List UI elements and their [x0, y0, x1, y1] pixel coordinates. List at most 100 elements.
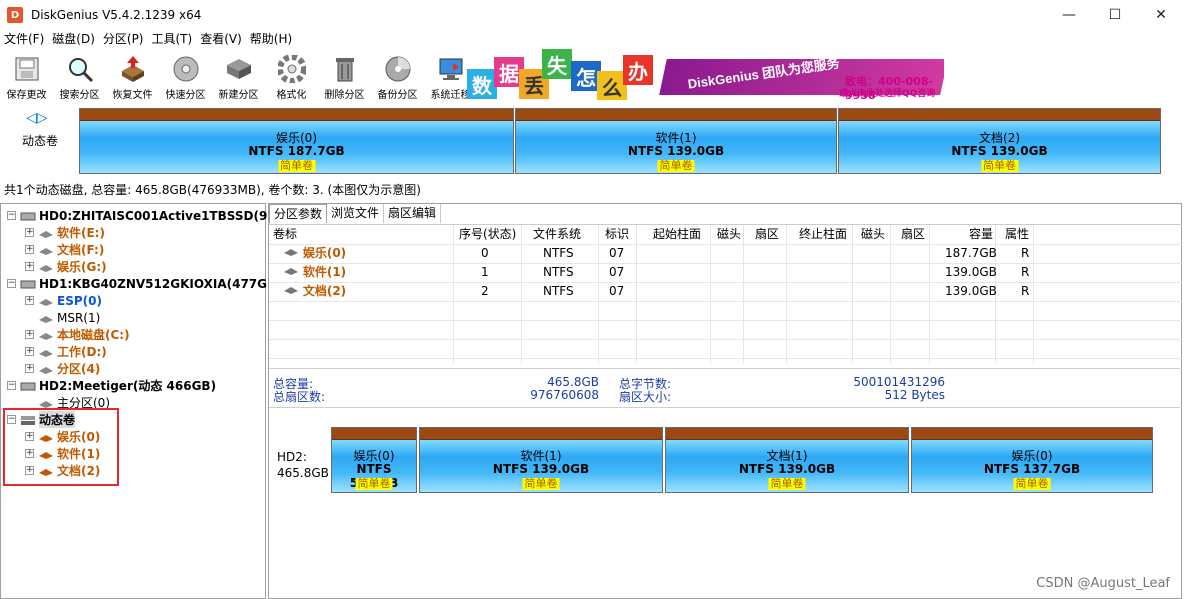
ad-banner[interactable]: 数 据 丢 失 怎 么 办 DiskGenius 团队为您服务 致电：400-0… [467, 49, 944, 100]
collapse-icon[interactable]: − [7, 279, 16, 288]
col-header-label[interactable]: 卷标 [273, 225, 297, 244]
recover-files-button[interactable]: 恢复文件 [106, 50, 159, 102]
menu-partition[interactable]: 分区(P) [99, 30, 148, 48]
partition-icon [39, 247, 53, 255]
minimize-button[interactable]: — [1046, 0, 1092, 30]
table-row[interactable]: 文档(2) [283, 282, 346, 301]
expand-icon[interactable]: + [25, 364, 34, 373]
hd2-partition-tag: 简单卷 [522, 477, 560, 490]
app-logo-icon: D [7, 7, 23, 23]
annotation-highlight-box [3, 408, 119, 486]
menu-tools[interactable]: 工具(T) [148, 30, 197, 48]
hd2-partition-1[interactable]: 软件(1) NTFS 139.0GB 简单卷 [419, 427, 663, 493]
volume-icon [284, 268, 298, 275]
close-button[interactable]: ✕ [1138, 0, 1184, 30]
table-row[interactable]: 软件(1) [283, 263, 346, 282]
col-header-end-cyl[interactable]: 终止柱面 [799, 225, 847, 244]
tree-partition-esp[interactable]: + ESP(0) [25, 292, 102, 309]
tree-partition-d[interactable]: + 工作(D:) [25, 343, 107, 360]
diskmap-partition-tag: 简单卷 [657, 159, 695, 172]
hd2-map-size: 465.8GB [277, 466, 329, 480]
hd2-partition-3[interactable]: 娱乐(0) NTFS 137.7GB 简单卷 [911, 427, 1153, 493]
col-header-sector[interactable]: 扇区 [755, 225, 779, 244]
expand-icon[interactable]: + [25, 296, 34, 305]
col-header-id[interactable]: 标识 [605, 225, 629, 244]
new-partition-button[interactable]: 新建分区 [212, 50, 265, 102]
save-changes-label: 保存更改 [6, 90, 47, 101]
tab-sector-edit[interactable]: 扇区编辑 [384, 204, 442, 223]
backup-partition-button[interactable]: 备份分区 [371, 50, 424, 102]
tab-partition-params[interactable]: 分区参数 [269, 204, 328, 223]
diskmap-partition-2[interactable]: 文档(2) NTFS 139.0GB 简单卷 [838, 108, 1161, 174]
col-header-head[interactable]: 磁头 [717, 225, 741, 244]
tree-partition-4[interactable]: + 分区(4) [25, 360, 100, 377]
diskmap-partition-1[interactable]: 软件(1) NTFS 139.0GB 简单卷 [515, 108, 837, 174]
col-header-attr[interactable]: 属性 [1005, 225, 1029, 244]
info-total-capacity: 465.8GB [547, 375, 599, 389]
tree-partition-msr[interactable]: MSR(1) [38, 309, 100, 326]
prev-disk-icon[interactable]: ◁ [26, 110, 37, 126]
tree-partition-g[interactable]: + 娱乐(G:) [25, 258, 107, 275]
delete-partition-button[interactable]: 删除分区 [318, 50, 371, 102]
col-header-end-head[interactable]: 磁头 [861, 225, 885, 244]
detail-tabs: 分区参数 浏览文件 扇区编辑 [269, 204, 442, 223]
hd2-partition-fs: NTFS 137.7GB [983, 462, 1081, 476]
tree-partition-f[interactable]: + 文档(F:) [25, 241, 104, 258]
col-header-end-sector[interactable]: 扇区 [901, 225, 925, 244]
hard-disk-icon [20, 212, 36, 220]
col-header-capacity[interactable]: 容量 [969, 225, 993, 244]
tab-browse-files[interactable]: 浏览文件 [327, 204, 385, 223]
cell-fs: NTFS [543, 284, 574, 298]
window-title: DiskGenius V5.4.2.1239 x64 [31, 8, 202, 22]
format-button[interactable]: 格式化 [265, 50, 318, 102]
col-header-start-cyl[interactable]: 起始柱面 [653, 225, 701, 244]
tree-disk-hd0[interactable]: − HD0:ZHITAISC001Active1TBSSD(954G [7, 207, 294, 224]
collapse-icon[interactable]: − [7, 381, 16, 390]
hd2-partition-2[interactable]: 文档(1) NTFS 139.0GB 简单卷 [665, 427, 909, 493]
detail-panel: 分区参数 浏览文件 扇区编辑 卷标 序号(状态) 文件系统 标识 起始柱面 磁头… [268, 203, 1182, 599]
partition-icon [39, 366, 53, 374]
table-row[interactable]: 娱乐(0) [283, 244, 346, 263]
hd2-partition-0[interactable]: 娱乐(0) NTFS 50.0GB 简单卷 [331, 427, 417, 493]
cell-label: 文档(2) [302, 284, 347, 298]
info-total-sectors-label: 总扇区数: [273, 390, 326, 404]
disk-nav-arrows[interactable]: ◁▷ [26, 110, 48, 126]
menu-view[interactable]: 查看(V) [196, 30, 246, 48]
expand-icon[interactable]: + [25, 228, 34, 237]
expand-icon[interactable]: + [25, 330, 34, 339]
title-bar: D DiskGenius V5.4.2.1239 x64 — ☐ ✕ [0, 0, 1184, 30]
next-disk-icon[interactable]: ▷ [37, 110, 48, 126]
expand-icon[interactable]: + [25, 245, 34, 254]
search-partition-button[interactable]: 搜索分区 [53, 50, 106, 102]
tree-disk-hd1[interactable]: − HD1:KBG40ZNV512GKIOXIA(477GB) [7, 275, 282, 292]
expand-icon[interactable]: + [25, 262, 34, 271]
menu-help[interactable]: 帮助(H) [246, 30, 296, 48]
save-changes-button[interactable]: 保存更改 [0, 50, 53, 102]
maximize-button[interactable]: ☐ [1092, 0, 1138, 30]
col-header-index[interactable]: 序号(状态) [459, 225, 516, 244]
cell-fs: NTFS [543, 246, 574, 260]
search-icon [65, 54, 95, 84]
menu-disk[interactable]: 磁盘(D) [48, 30, 99, 48]
delete-icon [330, 54, 360, 84]
diskmap-partition-0[interactable]: 娱乐(0) NTFS 187.7GB 简单卷 [79, 108, 514, 174]
info-sector-size-label: 扇区大小: [619, 390, 672, 404]
quick-partition-button[interactable]: 快速分区 [159, 50, 212, 102]
diskmap-partition-tag: 简单卷 [278, 159, 315, 172]
menu-file[interactable]: 文件(F) [0, 30, 48, 48]
collapse-icon[interactable]: − [7, 211, 16, 220]
tree-partition-c[interactable]: + 本地磁盘(C:) [25, 326, 130, 343]
menu-bar: 文件(F) 磁盘(D) 分区(P) 工具(T) 查看(V) 帮助(H) [0, 30, 296, 48]
tree-label: 本地磁盘(C:) [57, 328, 130, 342]
partition-icon [39, 298, 53, 306]
hard-disk-icon [20, 382, 36, 390]
diskmap-partition-fs: NTFS 139.0GB [951, 144, 1048, 158]
migrate-icon [436, 54, 466, 84]
toolbar: 保存更改 搜索分区 恢复文件 快速分区 新建分区 格式化 删除分区 备份分区 系… [0, 50, 477, 102]
col-header-filesystem[interactable]: 文件系统 [533, 225, 581, 244]
tree-partition-e[interactable]: + 软件(E:) [25, 224, 105, 241]
tree-disk-hd2[interactable]: − HD2:Meetiger(动态 466GB) [7, 377, 216, 394]
expand-icon[interactable]: + [25, 347, 34, 356]
volume-icon [284, 249, 298, 256]
banner-qq-link[interactable]: 或点击此处选择QQ咨询 [839, 86, 935, 99]
